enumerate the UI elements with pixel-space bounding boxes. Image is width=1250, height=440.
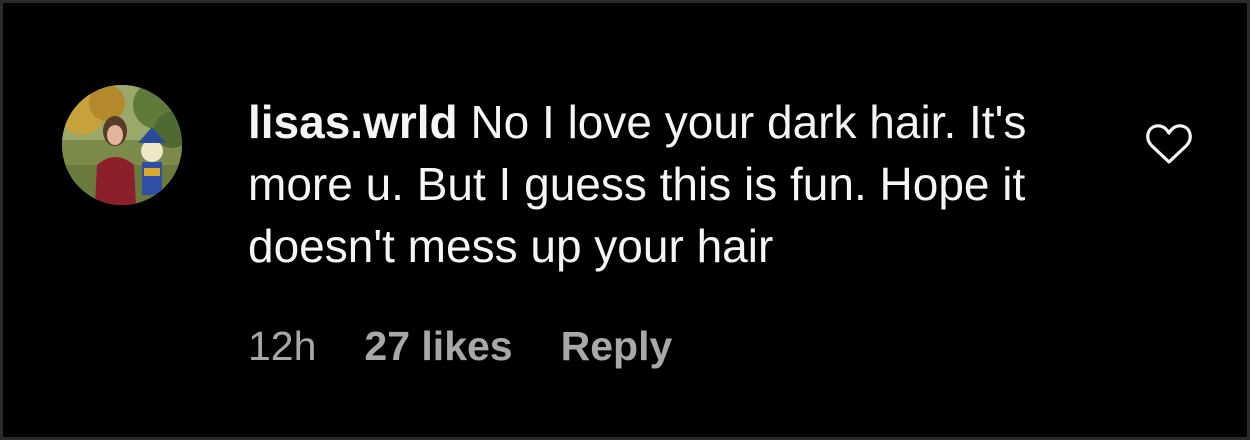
- comment-body: lisas.wrld No I love your dark hair. It'…: [248, 91, 1108, 277]
- avatar-photo: [62, 85, 182, 205]
- comment-username[interactable]: lisas.wrld: [248, 96, 458, 148]
- comment-timestamp: 12h: [248, 323, 317, 369]
- comment-meta: 12h 27 likes Reply: [248, 318, 672, 374]
- heart-outline-icon: [1146, 124, 1192, 164]
- reply-button[interactable]: Reply: [561, 318, 673, 374]
- avatar[interactable]: [62, 85, 182, 205]
- like-heart-icon[interactable]: [1144, 120, 1194, 166]
- comment-card: lisas.wrld No I love your dark hair. It'…: [3, 3, 1247, 437]
- likes-count-link[interactable]: 27 likes: [364, 318, 512, 374]
